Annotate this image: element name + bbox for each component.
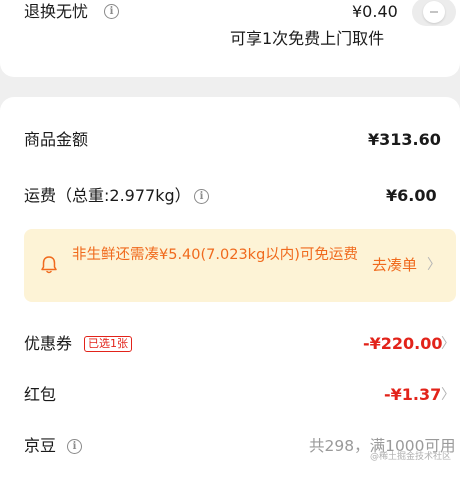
return-service-toggle[interactable] xyxy=(412,0,456,26)
go-add-items-link[interactable]: 去凑单 xyxy=(372,255,417,275)
red-packet-value[interactable]: -¥1.37 xyxy=(384,385,441,405)
free-shipping-promo-text: 非生鲜还需凑¥5.40(7.023kg以内)可免运费 xyxy=(72,247,358,263)
coupon-label: 优惠券 xyxy=(24,334,73,353)
return-service-description: 可享1次免费上门取件 xyxy=(230,29,385,48)
chevron-right-icon: 〉 xyxy=(427,257,441,273)
return-service-card: 退换无忧 i ¥0.40 可享1次免费上门取件 xyxy=(0,0,460,77)
shipping-label: 运费（总重:2.977kg） xyxy=(24,186,191,205)
info-icon[interactable]: i xyxy=(67,439,82,454)
coupon-value[interactable]: -¥220.00 xyxy=(363,334,443,354)
red-packet-label: 红包 xyxy=(24,385,57,404)
shipping-value: ¥6.00 xyxy=(386,186,437,205)
return-service-label: 退换无忧 xyxy=(24,2,89,21)
info-icon[interactable]: i xyxy=(194,189,209,204)
goods-amount-value: ¥313.60 xyxy=(368,130,441,149)
goods-amount-label: 商品金额 xyxy=(24,130,89,149)
return-service-price: ¥0.40 xyxy=(352,2,398,21)
bell-icon xyxy=(41,256,57,274)
free-shipping-banner[interactable]: 非生鲜还需凑¥5.40(7.023kg以内)可免运费 去凑单 〉 xyxy=(24,229,456,302)
watermark: @稀土掘金技术社区 xyxy=(370,452,452,462)
jd-beans-label: 京豆 xyxy=(24,436,57,455)
chevron-right-icon[interactable]: 〉 xyxy=(441,334,455,354)
info-icon[interactable]: i xyxy=(104,4,119,19)
chevron-right-icon[interactable]: 〉 xyxy=(441,385,455,405)
coupon-selected-badge: 已选1张 xyxy=(84,336,132,352)
toggle-knob xyxy=(423,1,445,23)
